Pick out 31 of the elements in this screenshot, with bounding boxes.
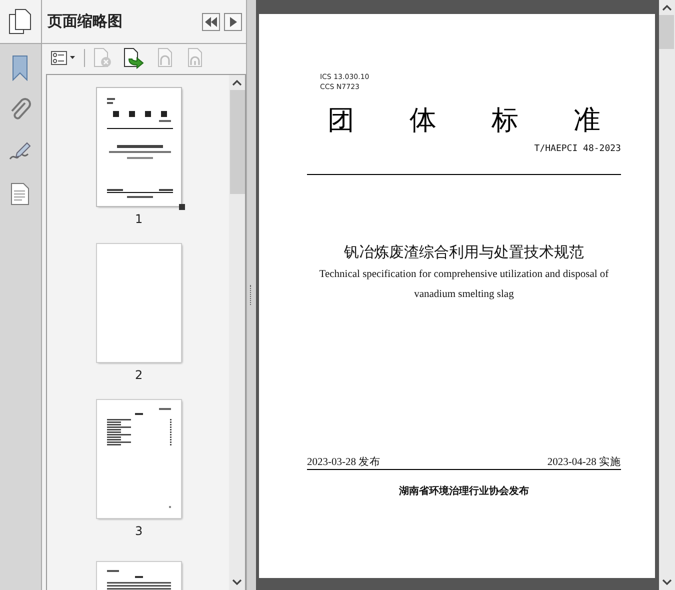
collapse-button[interactable]	[202, 12, 220, 30]
scrollbar[interactable]	[229, 75, 246, 590]
scrollbar[interactable]	[658, 0, 675, 590]
page-thumbnail[interactable]	[96, 244, 181, 362]
expand-button[interactable]	[224, 12, 242, 30]
double-left-icon	[205, 16, 218, 26]
options-icon	[50, 50, 76, 66]
document-heading: 团体标准	[327, 104, 656, 138]
publisher: 湖南省环境治理行业协会发布	[398, 484, 529, 498]
page-thumbnail[interactable]	[96, 88, 181, 206]
page-number: 1	[135, 212, 143, 226]
right-arrow-icon	[230, 16, 237, 26]
english-title: Technical specification for comprehensive utilization and disposal of	[319, 269, 609, 280]
scroll-thumb[interactable]	[230, 90, 245, 194]
panel-title: 页面缩略图	[48, 12, 123, 31]
scroll-thumb[interactable]	[659, 15, 674, 49]
english-title: vanadium smelting slag	[414, 289, 514, 300]
document-title: 钒冶炼废渣综合利用与处置技术规范	[344, 243, 584, 262]
document-icon	[10, 182, 30, 206]
page-thumbnail[interactable]	[96, 400, 181, 518]
bookmark-icon	[11, 55, 30, 81]
page-number: 2	[135, 368, 143, 382]
page-number: 3	[135, 524, 143, 538]
delete-page-icon	[92, 47, 113, 69]
insert-page-icon	[122, 47, 145, 69]
issue-date: 2023-03-28 发布	[306, 456, 381, 469]
resize-handle[interactable]	[178, 204, 185, 210]
effective-date: 2023-04-28 实施	[547, 455, 621, 469]
pages-icon	[8, 8, 32, 36]
paperclip-icon	[9, 98, 32, 122]
standard-number: T/HAEPCI 48-2023	[534, 144, 621, 154]
